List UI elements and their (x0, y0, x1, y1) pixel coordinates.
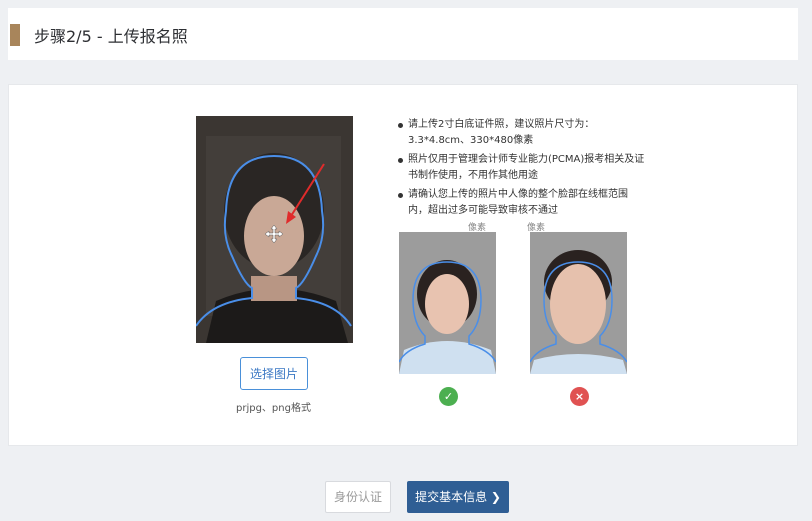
sample-image (399, 232, 496, 374)
sample-photo-incorrect (530, 232, 627, 374)
instruction-item: 请确认您上传的照片中人像的整个脸部在线框范围内，超出过多可能导致审核不通过 (398, 187, 646, 219)
instruction-list: 请上传2寸白底证件照，建议照片尺寸为：3.3*4.8cm、330*480像素 照… (398, 117, 646, 222)
identity-verification-button[interactable]: 身份认证 (325, 481, 391, 513)
sample-image (530, 232, 627, 374)
sample-photo-correct (399, 232, 496, 374)
instruction-item: 照片仅用于管理会计师专业能力(PCMA)报考相关及证书制作使用，不用作其他用途 (398, 152, 646, 184)
cross-icon: × (570, 387, 589, 406)
submit-basic-info-button[interactable]: 提交基本信息 ❯ (407, 481, 509, 513)
page-title: 步骤2/5 - 上传报名照 (34, 27, 188, 46)
choose-image-button[interactable]: 选择图片 (240, 357, 308, 390)
header-accent-bar (10, 24, 20, 46)
format-note: prjpg、png格式 (236, 403, 311, 414)
check-icon: ✓ (439, 387, 458, 406)
instruction-item: 请上传2寸白底证件照，建议照片尺寸为：3.3*4.8cm、330*480像素 (398, 117, 646, 149)
move-cursor-icon (264, 224, 284, 244)
